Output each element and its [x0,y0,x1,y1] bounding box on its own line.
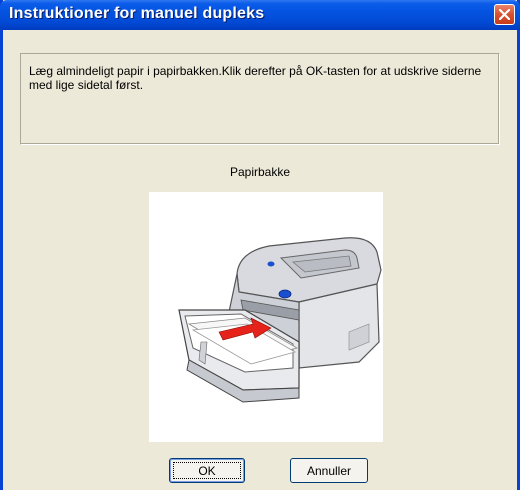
illustration-panel [149,192,383,442]
cancel-button-label: Annuller [306,463,352,478]
close-button[interactable] [494,4,515,25]
focus-rectangle [173,462,241,479]
instruction-text: Læg almindeligt papir i papirbakken.Klik… [29,64,482,92]
instruction-box: Læg almindeligt papir i papirbakken.Klik… [20,53,500,145]
dialog-window: Instruktioner for manuel dupleks Læg alm… [0,0,520,490]
title-bar[interactable]: Instruktioner for manuel dupleks [0,0,520,30]
window-title: Instruktioner for manuel dupleks [9,5,265,22]
ok-button[interactable]: OK [169,458,245,483]
printer-paper-tray-illustration [178,237,382,403]
close-icon [499,9,510,20]
cancel-button[interactable]: Annuller [290,458,368,483]
tray-label: Papirbakke [229,165,291,179]
